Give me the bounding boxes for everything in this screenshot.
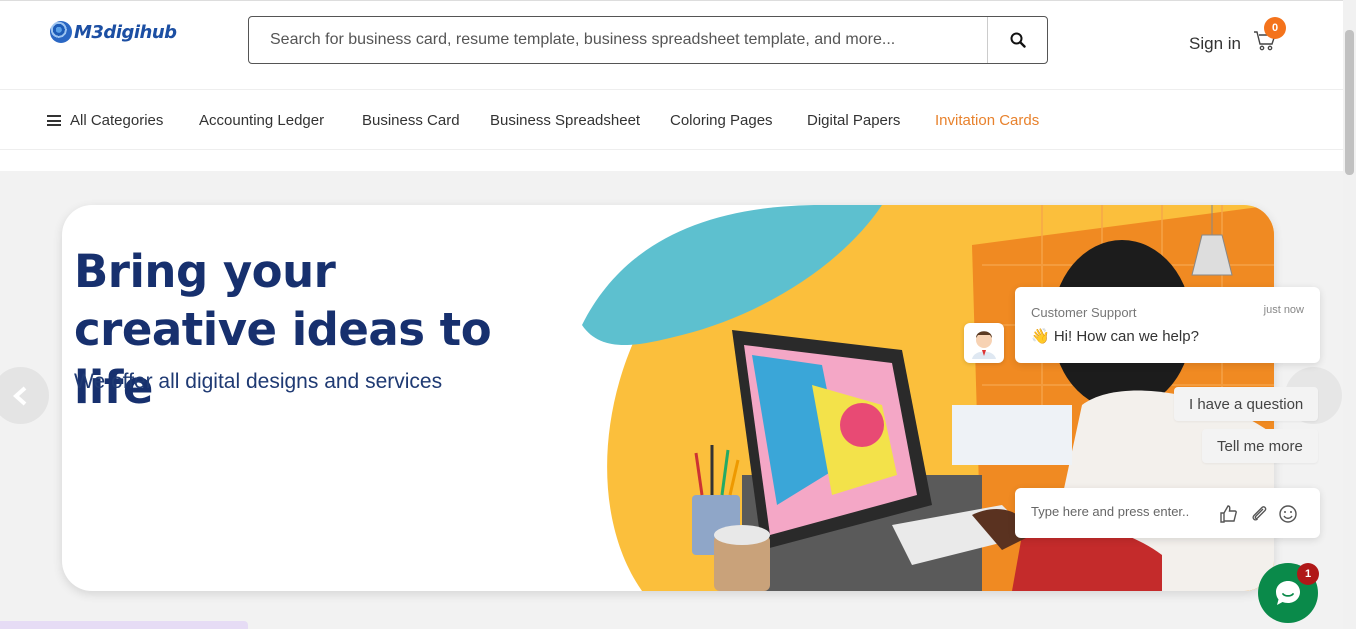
quick-reply-question[interactable]: I have a question [1174, 387, 1319, 421]
chat-timestamp: just now [1263, 304, 1304, 316]
nav-business-spreadsheet[interactable]: Business Spreadsheet [490, 112, 640, 129]
chat-input-box [1015, 488, 1320, 538]
nav-accounting-ledger[interactable]: Accounting Ledger [199, 112, 324, 129]
chat-message-bubble: Customer Support just now 👋 Hi! How can … [1015, 287, 1320, 363]
chevron-left-icon [12, 386, 26, 405]
nav-digital-papers[interactable]: Digital Papers [807, 112, 900, 129]
thumbs-up-icon[interactable] [1218, 504, 1238, 524]
menu-icon [47, 115, 61, 126]
chat-message-input[interactable] [1031, 504, 1211, 519]
chat-greeting-text: 👋 Hi! How can we help? [1031, 328, 1199, 345]
nav-all-categories[interactable]: All Categories [70, 112, 163, 129]
sign-in-link[interactable]: Sign in [1189, 34, 1241, 54]
carousel-prev-button[interactable] [0, 367, 49, 424]
page: { "header": { "logo_text": "M3digihub", … [0, 0, 1356, 629]
hero-subheadline: We offer all digital designs and service… [74, 370, 443, 393]
quick-reply-tell-more[interactable]: Tell me more [1202, 429, 1318, 463]
attachment-icon[interactable] [1249, 504, 1269, 524]
chat-bubble-icon [1276, 581, 1300, 605]
logo-text: M3digihub [74, 21, 177, 43]
page-scrollbar[interactable] [1343, 0, 1356, 629]
top-header: M3digihub Sign in [0, 0, 1343, 90]
search-bar [248, 16, 1048, 64]
nav-business-card[interactable]: Business Card [362, 112, 460, 129]
cart-count-badge: 0 [1264, 17, 1286, 39]
support-avatar [964, 323, 1004, 363]
nav-coloring-pages[interactable]: Coloring Pages [670, 112, 773, 129]
nav-invitation-cards[interactable]: Invitation Cards [935, 112, 1039, 129]
chat-agent-name: Customer Support [1031, 305, 1137, 320]
search-button[interactable] [987, 17, 1047, 63]
browser-status-bar [0, 621, 248, 629]
logo-globe-icon [50, 21, 72, 43]
emoji-icon[interactable] [1278, 504, 1298, 524]
search-icon [1010, 32, 1026, 48]
search-input[interactable] [249, 17, 987, 63]
scrollbar-thumb[interactable] [1345, 30, 1354, 175]
chat-unread-badge: 1 [1297, 563, 1319, 585]
nav-spacer [0, 150, 1343, 171]
category-nav: All Categories Accounting Ledger Busines… [0, 90, 1343, 150]
support-agent-avatar-icon [972, 331, 996, 359]
site-logo[interactable]: M3digihub [50, 21, 177, 43]
